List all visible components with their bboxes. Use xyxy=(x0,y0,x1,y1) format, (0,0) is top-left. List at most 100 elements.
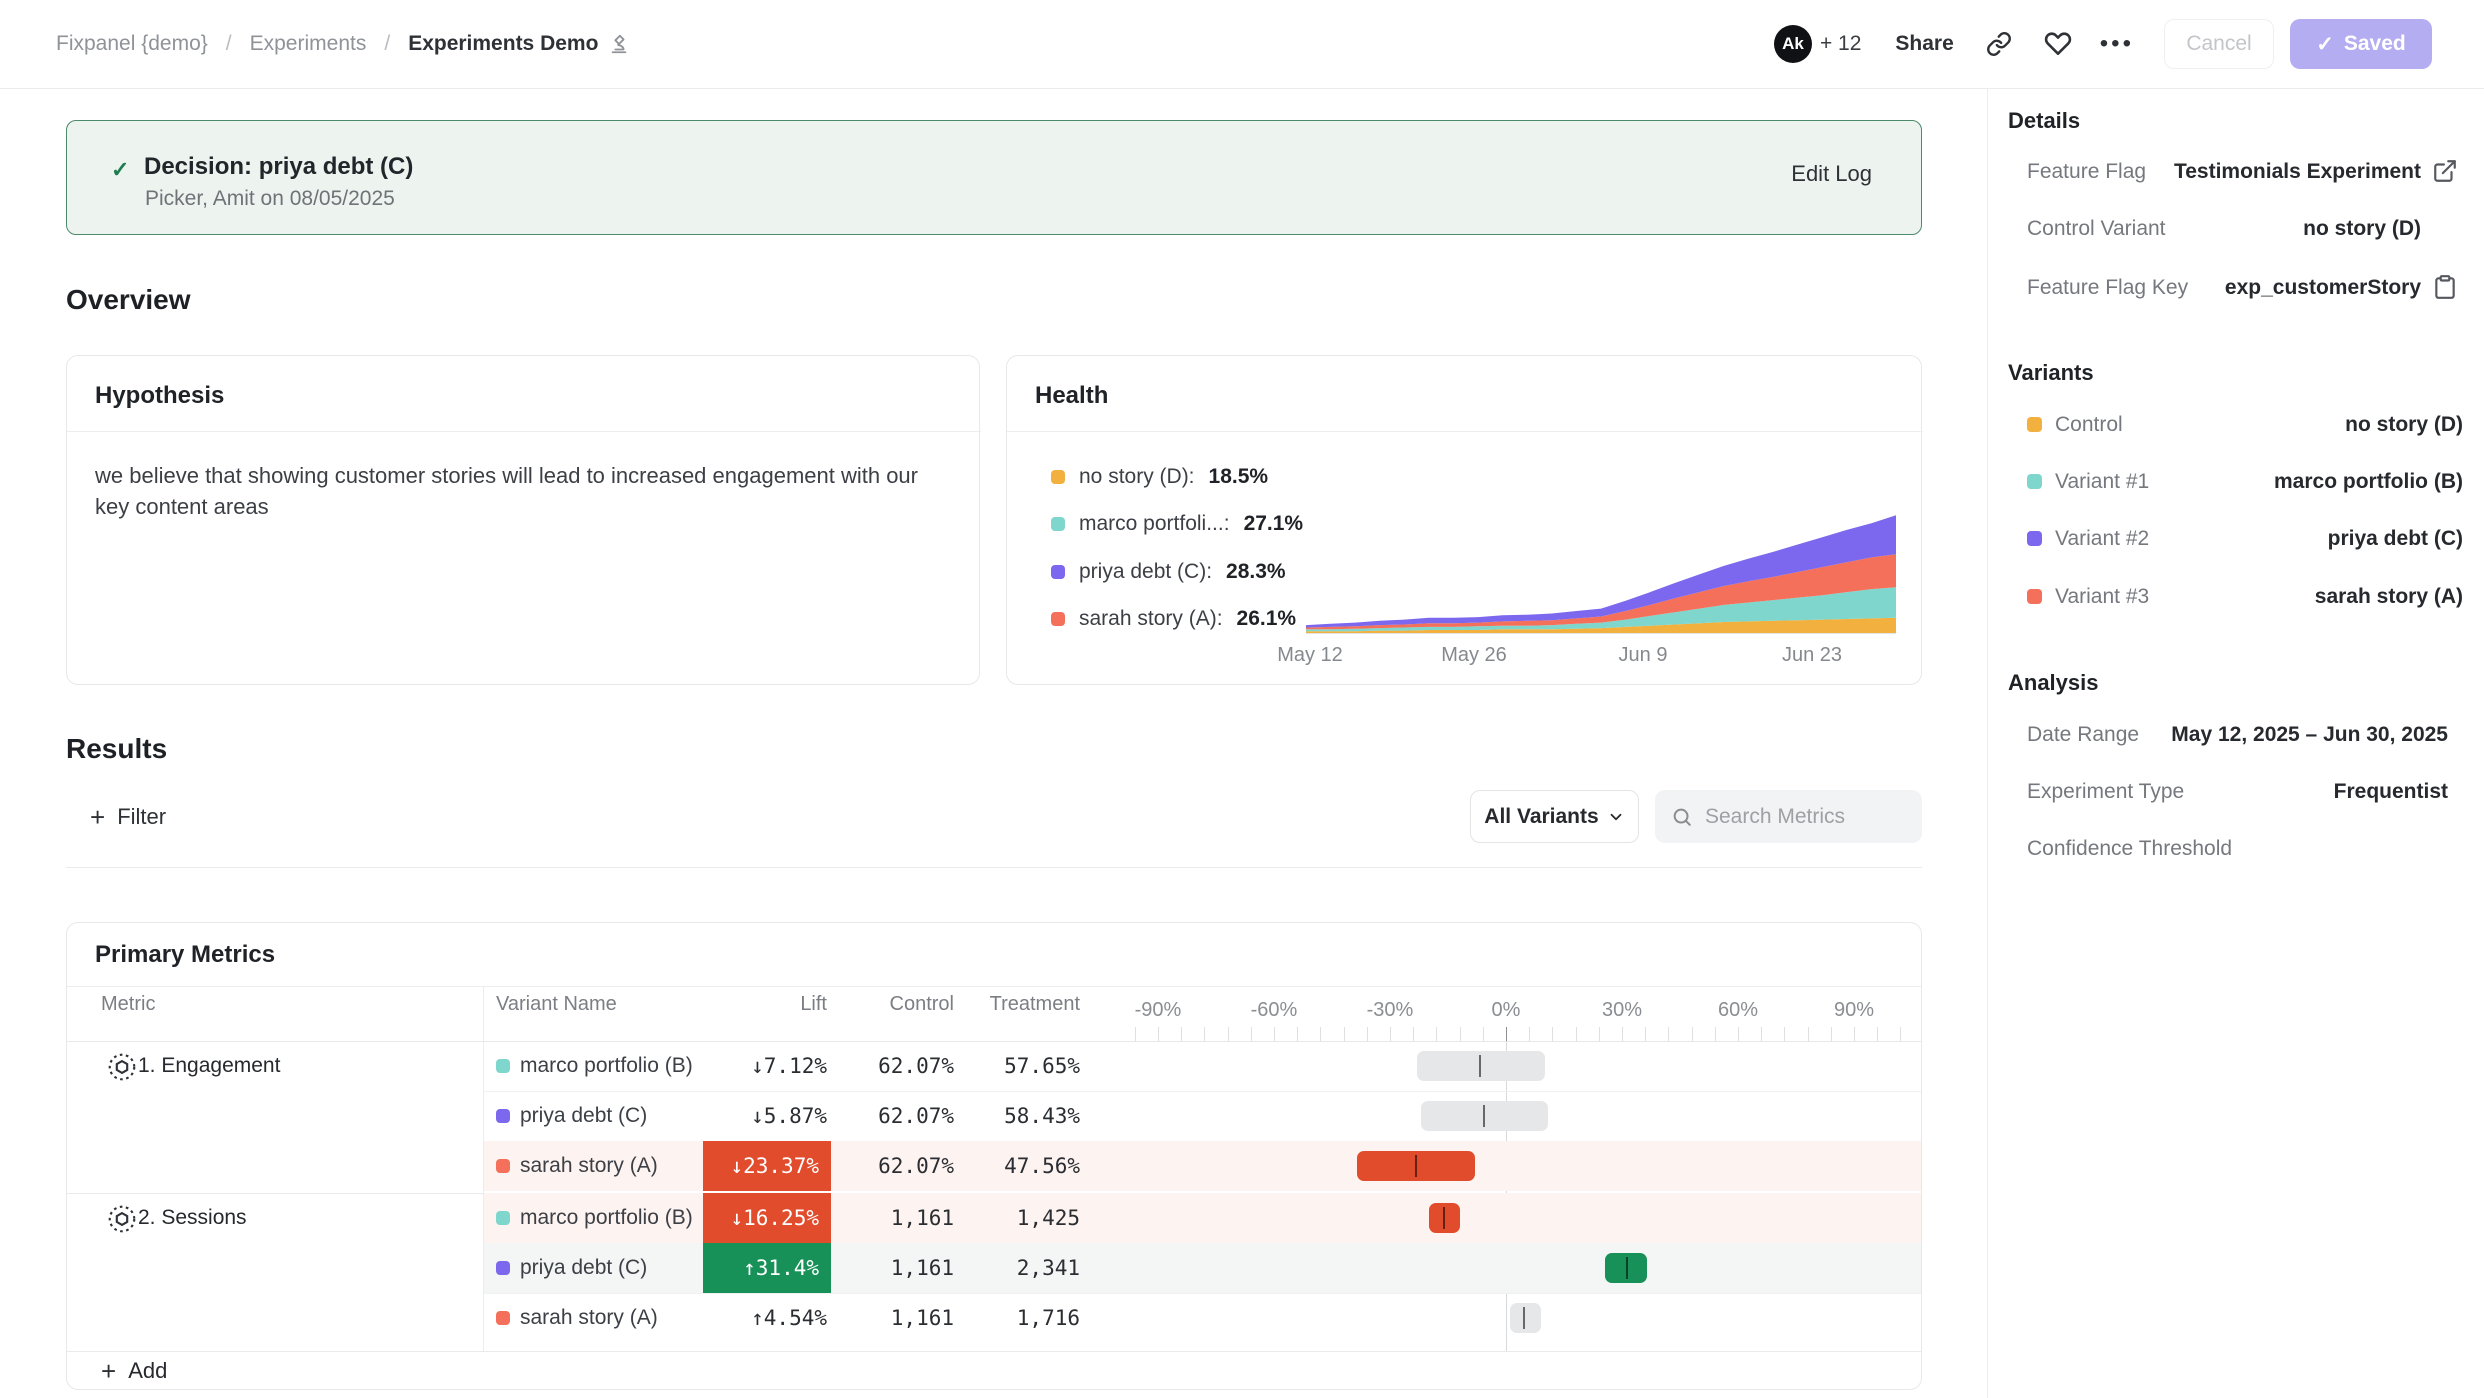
chart-baseline xyxy=(1306,633,1896,634)
legend-value: 27.1% xyxy=(1244,512,1304,536)
metric-row[interactable]: marco portfolio (B) ↓7.12% 62.07% 57.65% xyxy=(67,1041,1922,1091)
axis-label: -90% xyxy=(1135,999,1182,1022)
ruler-tick xyxy=(1784,1027,1785,1041)
breadcrumb-separator: / xyxy=(226,32,232,56)
feature-flag-value[interactable]: Testimonials Experiment xyxy=(2174,160,2421,184)
favorite-heart-icon[interactable] xyxy=(2044,30,2072,58)
add-metric-button[interactable]: + Add xyxy=(101,1351,401,1390)
legend-swatch xyxy=(1051,470,1065,484)
breadcrumb-experiments[interactable]: Experiments xyxy=(250,32,367,56)
ruler-tick xyxy=(1808,1027,1809,1041)
variants-dropdown[interactable]: All Variants xyxy=(1470,790,1639,843)
ruler-tick xyxy=(1877,1027,1878,1041)
link-icon[interactable] xyxy=(1986,31,2012,57)
treatment-value: 57.65% xyxy=(953,1041,1080,1091)
feature-flag-key-value: exp_customerStory xyxy=(2225,276,2421,300)
variant-3-label: Variant #3 xyxy=(2055,585,2149,609)
external-link-icon[interactable] xyxy=(2432,158,2458,184)
variant-color-swatch xyxy=(2027,589,2042,604)
legend-label: sarah story (A): xyxy=(1079,607,1223,631)
ruler-tick xyxy=(1715,1027,1716,1041)
primary-metrics-card: Primary Metrics Metric Variant Name Lift… xyxy=(66,922,1922,1390)
ruler-tick xyxy=(1738,1027,1739,1041)
more-options-button[interactable]: ••• xyxy=(2100,30,2134,58)
lift-badge: ↓16.25% xyxy=(703,1193,831,1243)
column-header-control: Control xyxy=(827,993,954,1016)
ruler-tick xyxy=(1668,1027,1669,1041)
ruler-tick xyxy=(1645,1027,1646,1041)
ruler-tick xyxy=(1367,1027,1368,1041)
ruler-tick xyxy=(1692,1027,1693,1041)
search-metrics-input[interactable] xyxy=(1703,804,1897,830)
column-header-variant: Variant Name xyxy=(496,993,617,1016)
divider xyxy=(67,431,981,432)
lift-value: ↓5.87% xyxy=(667,1091,827,1141)
ruler-tick xyxy=(1854,1027,1855,1041)
ruler-tick xyxy=(1297,1027,1298,1041)
axis-label: 60% xyxy=(1718,999,1758,1022)
confidence-threshold-label: Confidence Threshold xyxy=(2027,837,2232,861)
ci-mean-tick xyxy=(1626,1257,1628,1279)
avatar[interactable]: Ak xyxy=(1774,25,1812,63)
decision-title: Decision: priya debt (C) xyxy=(144,153,413,181)
chevron-down-icon xyxy=(1607,808,1625,826)
metric-row[interactable]: marco portfolio (B) ↓16.25% 1,161 1,425 xyxy=(67,1193,1922,1243)
ruler-tick xyxy=(1506,1027,1507,1041)
breadcrumb-app[interactable]: Fixpanel {demo} xyxy=(56,32,208,56)
add-filter-button[interactable]: + Filter xyxy=(90,790,166,843)
saved-button[interactable]: ✓ Saved xyxy=(2290,19,2432,69)
share-button[interactable]: Share xyxy=(1895,32,1953,56)
health-title: Health xyxy=(1035,382,1108,410)
collaborator-count[interactable]: + 12 xyxy=(1820,32,1861,56)
results-heading: Results xyxy=(66,733,167,765)
metric-row[interactable]: priya debt (C) ↑31.4% 1,161 2,341 xyxy=(67,1243,1922,1293)
edit-log-button[interactable]: Edit Log xyxy=(1791,161,1872,187)
filter-label: Filter xyxy=(117,804,166,830)
clipboard-copy-icon[interactable] xyxy=(2432,274,2458,300)
column-header-lift: Lift xyxy=(667,993,827,1016)
legend-swatch xyxy=(1051,517,1065,531)
divider xyxy=(67,986,1922,987)
treatment-value: 1,425 xyxy=(953,1193,1080,1243)
breadcrumb-separator: / xyxy=(384,32,390,56)
variant-name: priya debt (C) xyxy=(520,1243,647,1293)
ruler-tick xyxy=(1460,1027,1461,1041)
ruler-tick xyxy=(1831,1027,1832,1041)
cancel-button[interactable]: Cancel xyxy=(2164,19,2274,69)
treatment-value: 2,341 xyxy=(953,1243,1080,1293)
control-value: 1,161 xyxy=(827,1193,954,1243)
legend-swatch xyxy=(1051,612,1065,626)
metric-row[interactable]: sarah story (A) ↑4.54% 1,161 1,716 xyxy=(67,1293,1922,1343)
search-metrics-box xyxy=(1655,790,1922,843)
lift-badge: ↓23.37% xyxy=(703,1141,831,1191)
analysis-section-title: Analysis xyxy=(2008,670,2099,696)
metric-row[interactable]: sarah story (A) ↓23.37% 62.07% 47.56% xyxy=(67,1141,1922,1191)
variant-color-swatch xyxy=(2027,417,2042,432)
header-actions: Ak + 12 Share ••• Cancel ✓ Saved xyxy=(1774,0,2432,88)
axis-label: 30% xyxy=(1602,999,1642,1022)
legend-item: marco portfoli...: 27.1% xyxy=(1051,512,1303,536)
hypothesis-card: Hypothesis we believe that showing custo… xyxy=(66,355,980,685)
treatment-value: 47.56% xyxy=(953,1141,1080,1191)
legend-item: sarah story (A): 26.1% xyxy=(1051,607,1296,631)
legend-label: no story (D): xyxy=(1079,465,1195,489)
page-title-text: Experiments Demo xyxy=(408,32,598,56)
axis-label: -60% xyxy=(1251,999,1298,1022)
negative-row-highlight xyxy=(484,1141,1922,1191)
ruler-tick xyxy=(1436,1027,1437,1041)
sidebar-divider xyxy=(1987,88,1988,1398)
metric-row[interactable]: priya debt (C) ↓5.87% 62.07% 58.43% xyxy=(67,1091,1922,1141)
variant-2-label: Variant #2 xyxy=(2055,527,2149,551)
variant-color-chip xyxy=(496,1059,510,1073)
control-value: 1,161 xyxy=(827,1293,954,1343)
legend-item: priya debt (C): 28.3% xyxy=(1051,560,1286,584)
ruler-tick xyxy=(1900,1027,1901,1041)
control-value: 62.07% xyxy=(827,1041,954,1091)
ruler-tick xyxy=(1622,1027,1623,1041)
variant-color-chip xyxy=(496,1311,510,1325)
confidence-interval-bar xyxy=(1429,1203,1460,1233)
legend-value: 18.5% xyxy=(1209,465,1269,489)
neutral-row-highlight xyxy=(484,1243,1922,1293)
add-label: Add xyxy=(128,1358,167,1384)
ruler-tick xyxy=(1228,1027,1229,1041)
